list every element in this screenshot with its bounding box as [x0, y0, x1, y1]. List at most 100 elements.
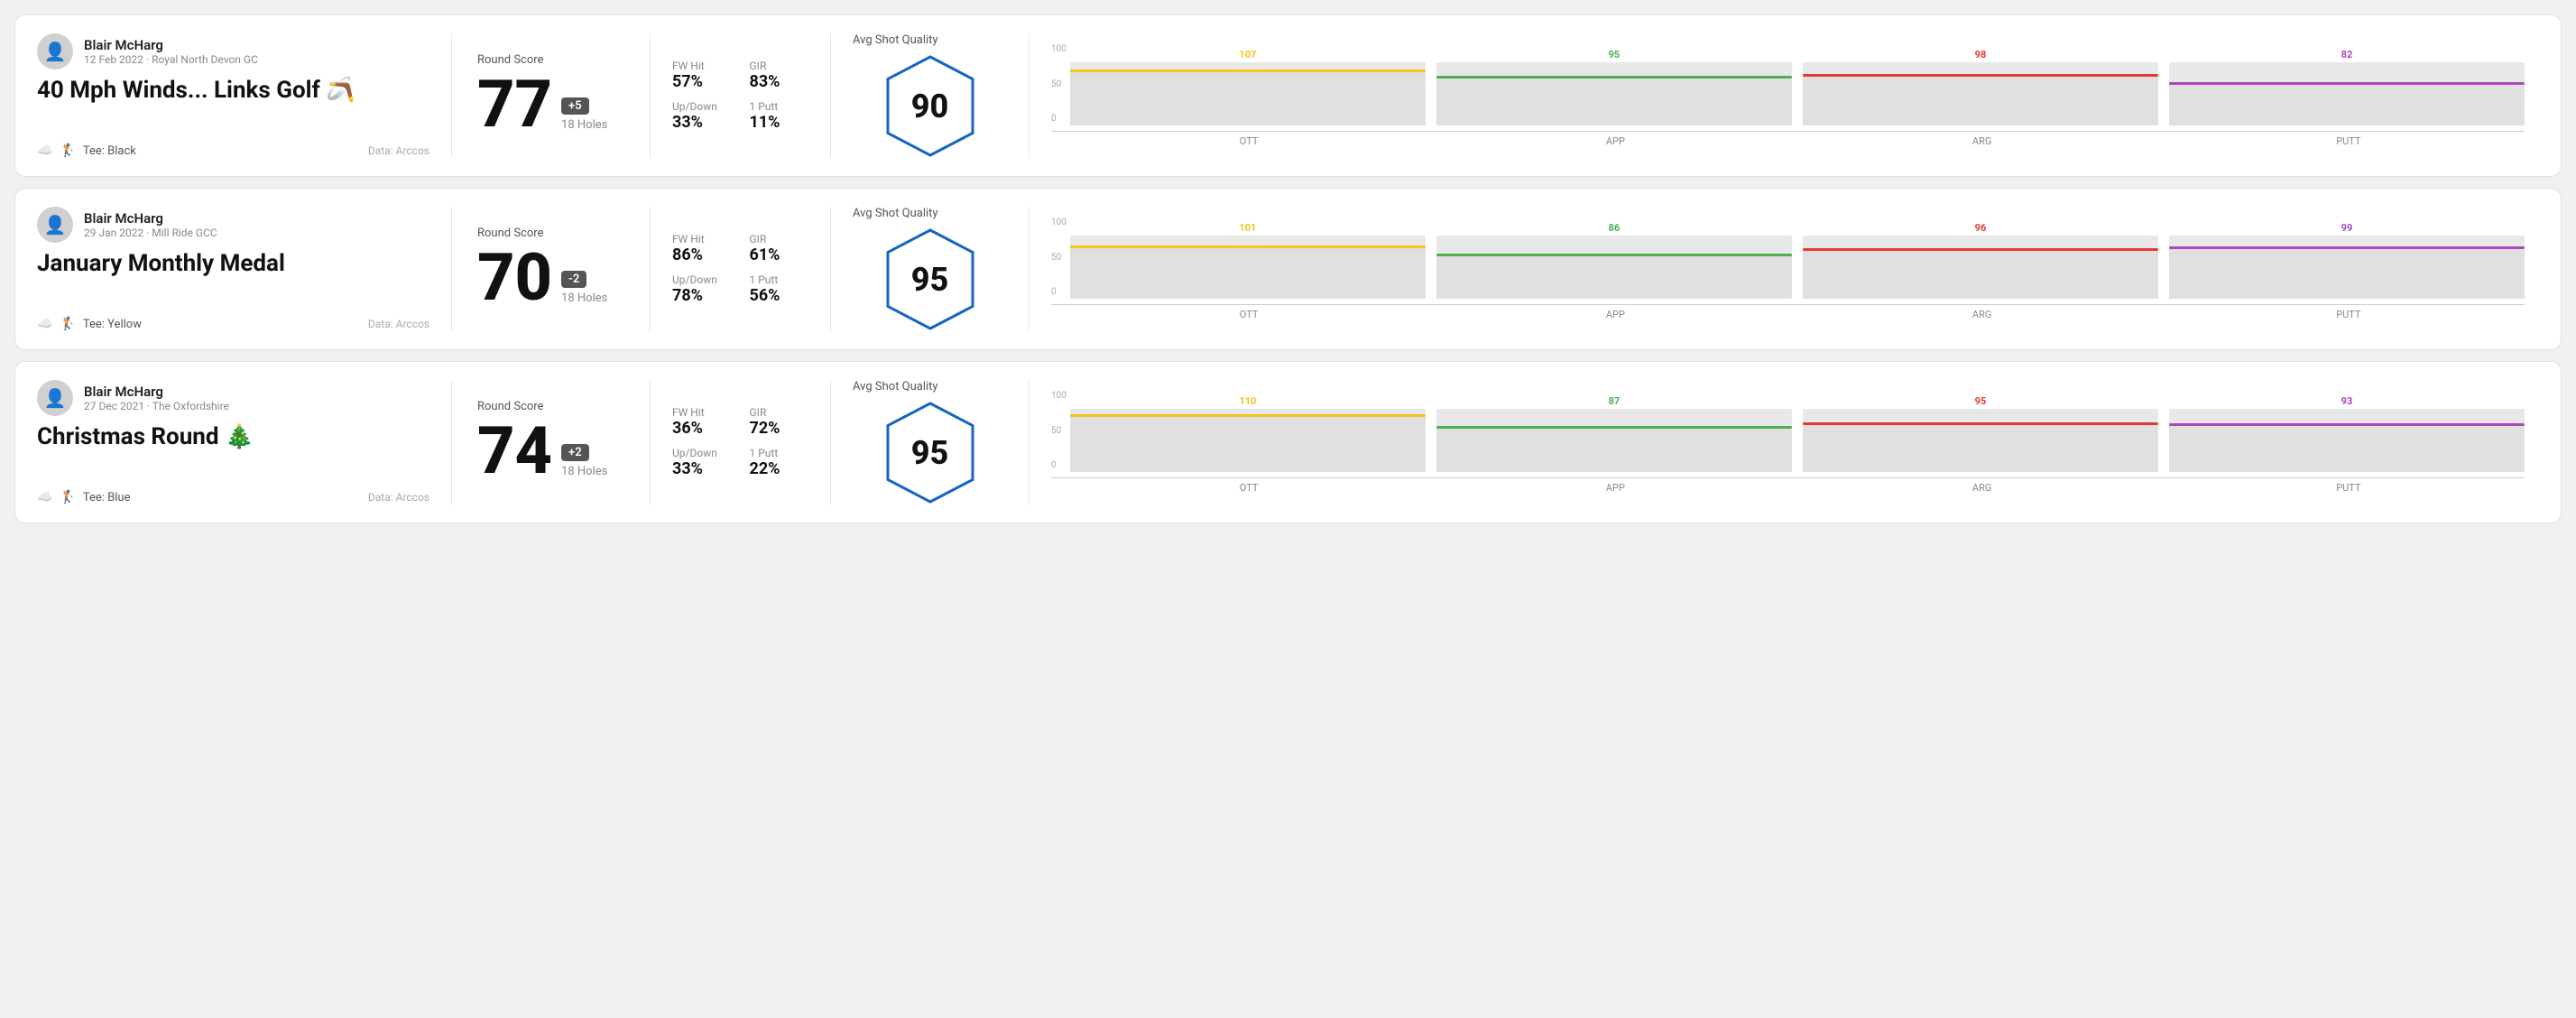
bottom-row: ☁️ 🏌️ Tee: Yellow Data: Arccos: [37, 317, 429, 331]
bar-fill-app: [1436, 254, 1792, 299]
user-info: Blair McHarg 29 Jan 2022 · Mill Ride GCC: [84, 210, 217, 239]
golf-icon: 🏌️: [60, 143, 75, 158]
chart-labels: OTTAPPARGPUTT: [1073, 482, 2525, 494]
bar-line-ott: [1070, 69, 1426, 72]
gir-label: GIR: [750, 406, 809, 419]
oneputt-stat: 1 Putt 56%: [750, 273, 809, 305]
fw-hit-stat: FW Hit 57%: [672, 60, 732, 91]
y-label-100: 100: [1051, 217, 1066, 227]
data-source: Data: Arccos: [368, 318, 429, 330]
score-row: 77 +5 18 Holes: [477, 72, 624, 137]
bar-group-app: 86: [1436, 222, 1792, 299]
bar-fill-ott: [1070, 245, 1426, 299]
hexagon-score: 95: [911, 434, 949, 472]
bar-wrapper-app: [1436, 62, 1792, 125]
bars-container: 107 95 98: [1070, 49, 2525, 125]
gir-label: GIR: [750, 60, 809, 72]
holes-text: 18 Holes: [561, 465, 607, 478]
quality-label: Avg Shot Quality: [853, 380, 938, 393]
data-source: Data: Arccos: [368, 491, 429, 504]
bar-chart: 100 50 0 101 86: [1051, 217, 2525, 320]
round-score-label: Round Score: [477, 227, 624, 240]
bar-fill-ott: [1070, 69, 1426, 125]
score-number: 77: [477, 72, 552, 137]
updown-value: 33%: [672, 459, 732, 478]
chart-label-arg: ARG: [1806, 482, 2158, 494]
bar-group-ott: 110: [1070, 395, 1426, 472]
score-section: Round Score 77 +5 18 Holes: [452, 33, 651, 158]
chart-label-app: APP: [1439, 309, 1791, 320]
bar-value-putt: 99: [2341, 222, 2353, 234]
stats-grid: FW Hit 86% GIR 61% Up/Down 78% 1 Putt 56…: [672, 233, 808, 305]
bar-line-arg: [1803, 422, 2158, 425]
fw-hit-stat: FW Hit 36%: [672, 406, 732, 438]
y-axis: 100 50 0: [1051, 391, 1066, 472]
bar-fill-arg: [1803, 422, 2158, 472]
score-number: 70: [477, 245, 552, 310]
stats-section: FW Hit 36% GIR 72% Up/Down 33% 1 Putt 22…: [651, 380, 831, 504]
round-score-label: Round Score: [477, 53, 624, 67]
score-section: Round Score 70 -2 18 Holes: [452, 207, 651, 331]
chart-area: 100 50 0 107 95: [1051, 44, 2525, 125]
bar-fill-ott: [1070, 414, 1426, 472]
quality-section: Avg Shot Quality 95: [831, 380, 1029, 504]
bottom-row: ☁️ 🏌️ Tee: Blue Data: Arccos: [37, 490, 429, 504]
chart-area: 100 50 0 101 86: [1051, 217, 2525, 299]
chart-label-ott: OTT: [1073, 482, 1425, 494]
bar-group-app: 95: [1436, 49, 1792, 125]
user-date-course: 12 Feb 2022 · Royal North Devon GC: [84, 53, 258, 66]
bar-line-app: [1436, 254, 1792, 256]
bar-line-app: [1436, 76, 1792, 79]
hexagon-container: 95: [885, 401, 975, 504]
holes-text: 18 Holes: [561, 292, 607, 305]
chart-label-ott: OTT: [1073, 309, 1425, 320]
bar-line-app: [1436, 426, 1792, 429]
stats-grid: FW Hit 36% GIR 72% Up/Down 33% 1 Putt 22…: [672, 406, 808, 478]
bar-fill-app: [1436, 426, 1792, 472]
score-badge-col: +5 18 Holes: [561, 97, 607, 137]
user-date-course: 29 Jan 2022 · Mill Ride GCC: [84, 227, 217, 239]
bar-value-arg: 95: [1975, 395, 1987, 407]
chart-label-app: APP: [1439, 482, 1791, 494]
bar-group-arg: 95: [1803, 395, 2158, 472]
updown-label: Up/Down: [672, 273, 732, 286]
golf-icon: 🏌️: [60, 317, 75, 331]
stats-grid: FW Hit 57% GIR 83% Up/Down 33% 1 Putt 11…: [672, 60, 808, 132]
gir-label: GIR: [750, 233, 809, 245]
user-date-course: 27 Dec 2021 · The Oxfordshire: [84, 400, 229, 412]
bar-line-arg: [1803, 74, 2158, 77]
score-number: 74: [477, 419, 552, 484]
fw-hit-value: 57%: [672, 72, 732, 91]
fw-hit-value: 36%: [672, 419, 732, 438]
hexagon-score: 90: [911, 88, 949, 125]
bar-line-arg: [1803, 248, 2158, 251]
stats-section: FW Hit 86% GIR 61% Up/Down 78% 1 Putt 56…: [651, 207, 831, 331]
bar-wrapper-ott: [1070, 236, 1426, 299]
bar-value-app: 95: [1609, 49, 1620, 60]
user-row: 👤 Blair McHarg 29 Jan 2022 · Mill Ride G…: [37, 207, 429, 243]
fw-hit-stat: FW Hit 86%: [672, 233, 732, 264]
y-label-50: 50: [1051, 79, 1066, 89]
bar-wrapper-arg: [1803, 409, 2158, 472]
score-badge: +5: [561, 97, 589, 115]
weather-icon: ☁️: [37, 490, 52, 504]
chart-label-arg: ARG: [1806, 309, 2158, 320]
bar-wrapper-arg: [1803, 62, 2158, 125]
bar-group-ott: 107: [1070, 49, 1426, 125]
y-label-0: 0: [1051, 114, 1066, 124]
user-name: Blair McHarg: [84, 210, 217, 227]
bar-wrapper-arg: [1803, 236, 2158, 299]
hexagon-score: 95: [911, 261, 949, 299]
chart-label-putt: PUTT: [2173, 135, 2525, 147]
oneputt-stat: 1 Putt 22%: [750, 447, 809, 478]
golf-icon: 🏌️: [60, 490, 75, 504]
user-icon: 👤: [44, 214, 67, 236]
round-card-2: 👤 Blair McHarg 29 Jan 2022 · Mill Ride G…: [14, 188, 2562, 350]
user-row: 👤 Blair McHarg 27 Dec 2021 · The Oxfords…: [37, 380, 429, 416]
hexagon: 95: [885, 227, 975, 331]
gir-value: 61%: [750, 245, 809, 264]
y-axis: 100 50 0: [1051, 217, 1066, 299]
tee-label: Tee: Blue: [83, 491, 131, 504]
round-card-1: 👤 Blair McHarg 12 Feb 2022 · Royal North…: [14, 14, 2562, 177]
updown-stat: Up/Down 33%: [672, 100, 732, 132]
